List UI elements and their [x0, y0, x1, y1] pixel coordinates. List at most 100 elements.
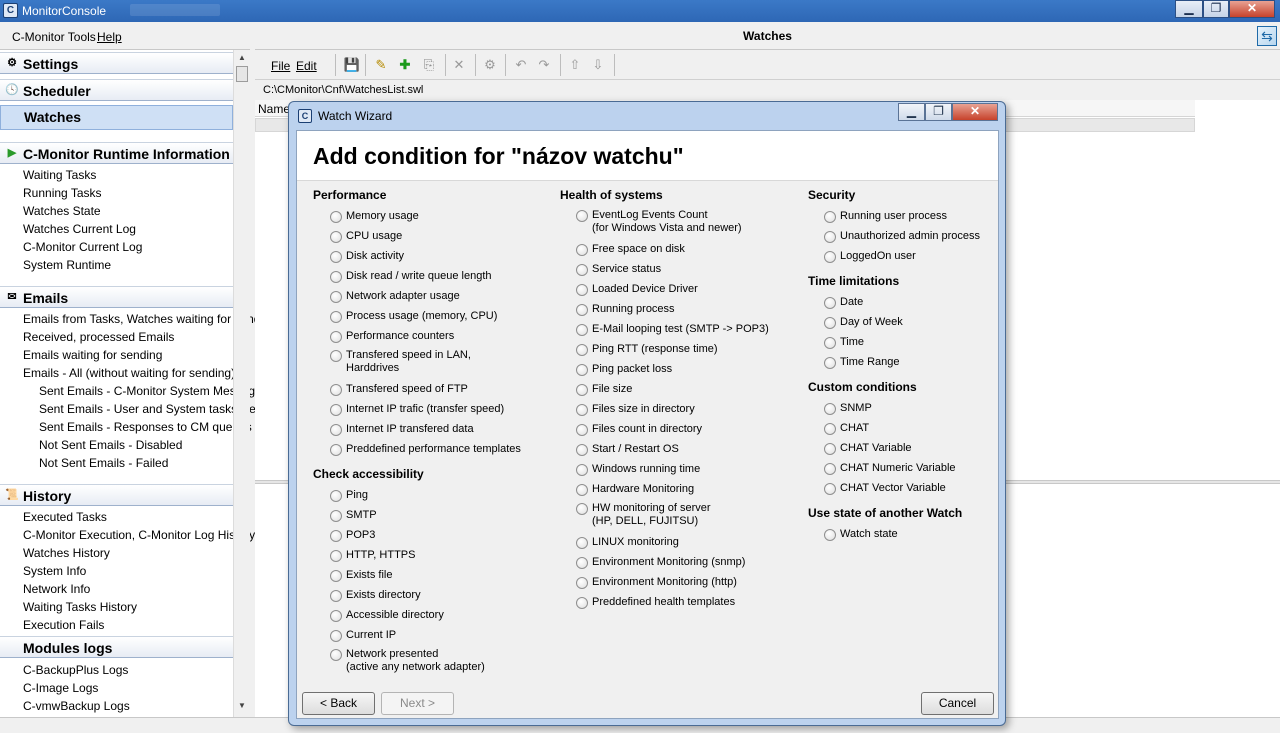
- radio-button[interactable]: [576, 464, 588, 476]
- nav-sent-system[interactable]: Sent Emails - C-Monitor System Message: [39, 384, 262, 398]
- radio-button[interactable]: [824, 423, 836, 435]
- radio-button[interactable]: [330, 350, 342, 362]
- nav-history[interactable]: 📜 History: [0, 484, 233, 506]
- radio-button[interactable]: [330, 510, 342, 522]
- radio-button[interactable]: [576, 364, 588, 376]
- nav-runtime[interactable]: ▶ C-Monitor Runtime Information: [0, 142, 233, 164]
- radio-button[interactable]: [330, 271, 342, 283]
- radio-button[interactable]: [576, 210, 588, 222]
- nav-network-info[interactable]: Network Info: [23, 582, 90, 596]
- radio-button[interactable]: [576, 344, 588, 356]
- radio-button[interactable]: [330, 211, 342, 223]
- scroll-up-arrow-icon[interactable]: ▲: [238, 53, 246, 62]
- nav-received-emails[interactable]: Received, processed Emails: [23, 330, 174, 344]
- cancel-button[interactable]: Cancel: [921, 692, 994, 715]
- delete-icon[interactable]: ✕: [450, 56, 468, 74]
- nav-emails[interactable]: ✉ Emails: [0, 286, 233, 308]
- radio-button[interactable]: [824, 337, 836, 349]
- radio-button[interactable]: [330, 404, 342, 416]
- radio-button[interactable]: [576, 244, 588, 256]
- radio-button[interactable]: [576, 264, 588, 276]
- menu-file[interactable]: File: [271, 59, 290, 73]
- radio-button[interactable]: [824, 529, 836, 541]
- radio-button[interactable]: [330, 590, 342, 602]
- nav-sent-user-tasks[interactable]: Sent Emails - User and System tasks Res: [39, 402, 262, 416]
- radio-button[interactable]: [330, 291, 342, 303]
- dialog-minimize-button[interactable]: ▁: [898, 103, 925, 121]
- nav-not-sent-failed[interactable]: Not Sent Emails - Failed: [39, 456, 168, 470]
- nav-waiting-tasks-history[interactable]: Waiting Tasks History: [23, 600, 137, 614]
- radio-button[interactable]: [576, 444, 588, 456]
- nav-cimage-logs[interactable]: C-Image Logs: [23, 681, 98, 695]
- nav-executed-tasks[interactable]: Executed Tasks: [23, 510, 107, 524]
- radio-button[interactable]: [576, 284, 588, 296]
- nav-emails-all[interactable]: Emails - All (without waiting for sendin…: [23, 366, 235, 380]
- nav-running-tasks[interactable]: Running Tasks: [23, 186, 102, 200]
- nav-watches-current-log[interactable]: Watches Current Log: [23, 222, 136, 236]
- nav-cmonitor-current-log[interactable]: C-Monitor Current Log: [23, 240, 142, 254]
- radio-button[interactable]: [330, 311, 342, 323]
- nav-watches-state[interactable]: Watches State: [23, 204, 101, 218]
- nav-watches[interactable]: Watches: [0, 105, 233, 130]
- radio-button[interactable]: [330, 649, 342, 661]
- nav-waiting-tasks[interactable]: Waiting Tasks: [23, 168, 96, 182]
- radio-button[interactable]: [330, 610, 342, 622]
- radio-button[interactable]: [330, 570, 342, 582]
- radio-button[interactable]: [576, 324, 588, 336]
- nav-modules-logs[interactable]: Modules logs: [0, 636, 233, 658]
- radio-button[interactable]: [824, 463, 836, 475]
- radio-button[interactable]: [824, 357, 836, 369]
- minimize-button[interactable]: ▁: [1175, 0, 1203, 18]
- radio-button[interactable]: [330, 231, 342, 243]
- nav-cmonitor-execution[interactable]: C-Monitor Execution, C-Monitor Log Histo…: [23, 528, 255, 542]
- nav-execution-fails[interactable]: Execution Fails: [23, 618, 104, 632]
- radio-button[interactable]: [824, 317, 836, 329]
- radio-button[interactable]: [576, 484, 588, 496]
- move-up-icon[interactable]: ⇧: [566, 56, 584, 74]
- nav-system-runtime[interactable]: System Runtime: [23, 258, 111, 272]
- radio-button[interactable]: [330, 530, 342, 542]
- nav-settings[interactable]: ⚙ Settings: [0, 52, 233, 74]
- radio-button[interactable]: [576, 557, 588, 569]
- back-button[interactable]: < Back: [302, 692, 375, 715]
- radio-button[interactable]: [576, 424, 588, 436]
- radio-button[interactable]: [330, 490, 342, 502]
- move-down-icon[interactable]: ⇩: [589, 56, 607, 74]
- radio-button[interactable]: [824, 231, 836, 243]
- radio-button[interactable]: [330, 384, 342, 396]
- close-button[interactable]: ✕: [1229, 0, 1275, 18]
- radio-button[interactable]: [330, 331, 342, 343]
- radio-button[interactable]: [330, 251, 342, 263]
- menu-cmonitor-tools[interactable]: C-Monitor Tools: [12, 30, 96, 44]
- nav-scheduler[interactable]: 🕓 Scheduler: [0, 79, 233, 101]
- dialog-close-button[interactable]: ✕: [952, 103, 998, 121]
- menu-help[interactable]: Help: [97, 30, 122, 44]
- radio-button[interactable]: [330, 630, 342, 642]
- radio-button[interactable]: [330, 424, 342, 436]
- nav-not-sent-disabled[interactable]: Not Sent Emails - Disabled: [39, 438, 182, 452]
- nav-cbackupplus-logs[interactable]: C-BackupPlus Logs: [23, 663, 128, 677]
- redo-icon[interactable]: ↷: [535, 56, 553, 74]
- radio-button[interactable]: [576, 597, 588, 609]
- nav-emails-waiting-sending[interactable]: Emails waiting for sending: [23, 348, 162, 362]
- radio-button[interactable]: [576, 537, 588, 549]
- restore-button[interactable]: ❐: [1203, 0, 1229, 18]
- dialog-restore-button[interactable]: ❐: [925, 103, 952, 121]
- copy-icon[interactable]: ⎘: [420, 56, 438, 74]
- radio-button[interactable]: [576, 304, 588, 316]
- plus-icon[interactable]: ✚: [396, 56, 414, 74]
- nav-emails-waiting[interactable]: Emails from Tasks, Watches waiting for s…: [23, 312, 260, 326]
- radio-button[interactable]: [576, 503, 588, 515]
- radio-button[interactable]: [576, 577, 588, 589]
- radio-button[interactable]: [824, 251, 836, 263]
- left-scrollbar[interactable]: ▲ ▼: [233, 50, 250, 717]
- next-button[interactable]: Next >: [381, 692, 454, 715]
- nav-sent-responses[interactable]: Sent Emails - Responses to CM queries: [39, 420, 252, 434]
- menu-edit[interactable]: Edit: [296, 59, 317, 73]
- radio-button[interactable]: [330, 444, 342, 456]
- scroll-thumb[interactable]: [236, 66, 248, 82]
- nav-cvmwbackup-logs[interactable]: C-vmwBackup Logs: [23, 699, 130, 713]
- new-watch-icon[interactable]: ✎: [372, 56, 390, 74]
- undo-icon[interactable]: ↶: [512, 56, 530, 74]
- radio-button[interactable]: [576, 384, 588, 396]
